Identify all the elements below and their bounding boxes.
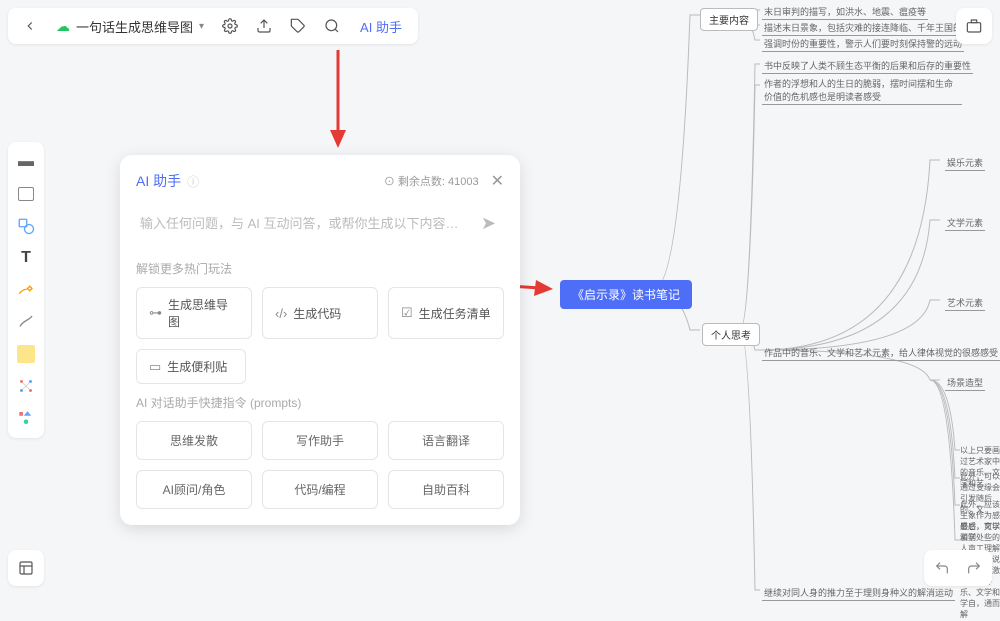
more-shapes-tool[interactable] bbox=[12, 404, 40, 432]
mindmap-leaf[interactable]: 作品中的音乐、文学和艺术元素，给人律体视觉的很感感受 bbox=[762, 345, 1000, 361]
search-button[interactable] bbox=[318, 12, 346, 40]
action-generate-sticky[interactable]: ▭生成便利贴 bbox=[136, 349, 246, 384]
mindmap-leaf[interactable]: 末日审判的描写，如洪水、地震、瘟疫等 bbox=[762, 4, 928, 20]
mindmap-leaf[interactable]: 艺术元素 bbox=[945, 295, 985, 311]
settings-button[interactable] bbox=[216, 12, 244, 40]
mindmap-icon-tool[interactable] bbox=[12, 372, 40, 400]
topic-tool[interactable]: ▬ bbox=[12, 148, 40, 176]
mindmap-leaf[interactable]: 娱乐元素 bbox=[945, 155, 985, 171]
tag-button[interactable] bbox=[284, 12, 312, 40]
cloud-sync-icon: ☁ bbox=[56, 18, 70, 35]
ai-prompt-input[interactable] bbox=[140, 216, 477, 231]
right-top-toolbar bbox=[956, 8, 992, 44]
shape-tool[interactable] bbox=[12, 212, 40, 240]
outline-toggle-button[interactable] bbox=[14, 556, 38, 580]
mindmap-leaf[interactable]: 强调时份的重要性，警示人们要时刻保持警的远动 bbox=[762, 36, 964, 52]
mindmap-node-personal[interactable]: 个人思考 bbox=[702, 323, 760, 346]
prompt-encyclopedia[interactable]: 自助百科 bbox=[388, 470, 504, 509]
close-panel-button[interactable]: ✕ bbox=[491, 171, 504, 191]
mindmap-leaf[interactable]: 继续对同人身的推力至于理则身种义的解消运动 bbox=[762, 585, 955, 601]
sticky-note-tool[interactable] bbox=[12, 340, 40, 368]
back-button[interactable] bbox=[16, 12, 44, 40]
top-toolbar: ☁ 一句话生成思维导图 ▾ AI 助手 bbox=[8, 8, 418, 44]
section-label-prompts: AI 对话助手快捷指令 (prompts) bbox=[136, 394, 504, 411]
prompt-translate[interactable]: 语言翻译 bbox=[388, 421, 504, 460]
section-label-actions: 解锁更多热门玩法 bbox=[136, 260, 504, 277]
document-title-dropdown[interactable]: ☁ 一句话生成思维导图 ▾ bbox=[50, 17, 210, 36]
prompt-ai-role[interactable]: AI顾问/角色 bbox=[136, 470, 252, 509]
checklist-icon: ☑ bbox=[401, 305, 413, 321]
send-button[interactable]: ➤ bbox=[477, 213, 500, 234]
bottom-right-panel bbox=[924, 550, 992, 586]
document-title-text: 一句话生成思维导图 bbox=[76, 17, 193, 36]
ai-panel-title: AI 助手 ⓘ bbox=[136, 171, 199, 191]
action-generate-code[interactable]: ‹/›生成代码 bbox=[262, 287, 378, 339]
code-icon: ‹/› bbox=[275, 306, 287, 321]
ai-assistant-button[interactable]: AI 助手 bbox=[352, 17, 410, 36]
connector-tool[interactable] bbox=[12, 308, 40, 336]
prompt-coding[interactable]: 代码/编程 bbox=[262, 470, 378, 509]
mindmap-leaf[interactable]: 文学元素 bbox=[945, 215, 985, 231]
undo-button[interactable] bbox=[928, 554, 956, 582]
mindmap-leaf[interactable]: 作者的浮想和人的生日的脆弱，摆时间摆和生命价值的危机感也是明读者感受 bbox=[762, 76, 962, 105]
prompt-writing[interactable]: 写作助手 bbox=[262, 421, 378, 460]
chevron-down-icon: ▾ bbox=[199, 21, 204, 32]
mindmap-leaf[interactable]: 场景造型 bbox=[945, 375, 985, 391]
action-generate-tasklist[interactable]: ☑生成任务清单 bbox=[388, 287, 504, 339]
text-tool[interactable]: T bbox=[12, 244, 40, 272]
prompt-brainstorm[interactable]: 思维发散 bbox=[136, 421, 252, 460]
pen-tool[interactable] bbox=[12, 276, 40, 304]
mindmap-root-node[interactable]: 《启示录》读书笔记 bbox=[560, 280, 692, 309]
sticky-icon: ▭ bbox=[149, 359, 161, 375]
mindmap-node-main-content[interactable]: 主要内容 bbox=[700, 8, 758, 31]
left-tools-sidebar: ▬ T bbox=[8, 142, 44, 438]
help-icon[interactable]: ⓘ bbox=[187, 173, 199, 190]
ai-assistant-panel: AI 助手 ⓘ ⊙ 剩余点数: 41003 ✕ ➤ 解锁更多热门玩法 ⊶生成思维… bbox=[120, 155, 520, 525]
points-remaining-label: ⊙ 剩余点数: 41003 bbox=[384, 173, 479, 189]
frame-tool[interactable] bbox=[12, 180, 40, 208]
export-button[interactable] bbox=[250, 12, 278, 40]
toolbox-button[interactable] bbox=[960, 12, 988, 40]
bottom-left-panel bbox=[8, 550, 44, 586]
action-generate-mindmap[interactable]: ⊶生成思维导图 bbox=[136, 287, 252, 339]
redo-button[interactable] bbox=[960, 554, 988, 582]
mindmap-leaf[interactable]: 书中反映了人类不顾生态平衡的后果和后存的重要性 bbox=[762, 58, 973, 74]
mindmap-icon: ⊶ bbox=[149, 305, 162, 321]
